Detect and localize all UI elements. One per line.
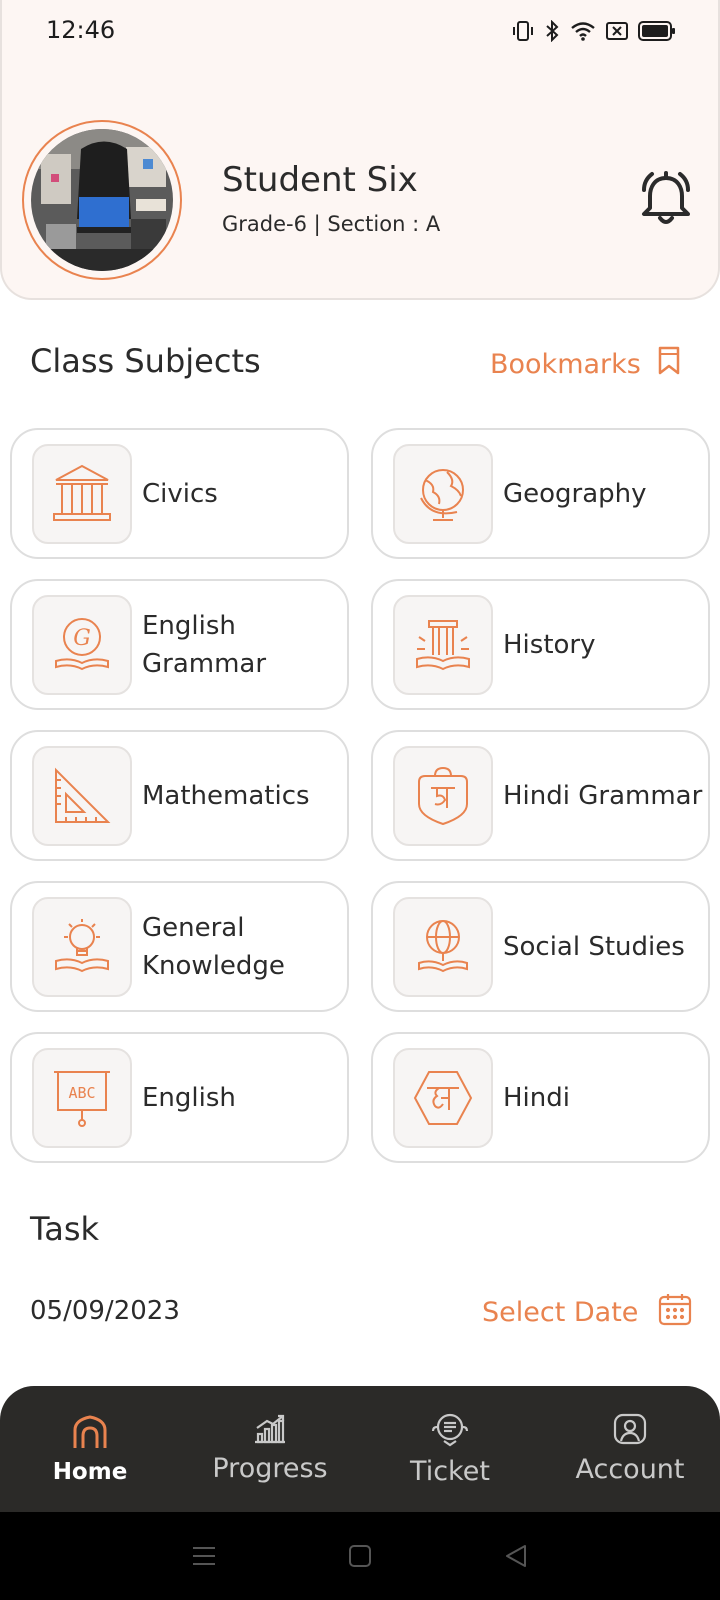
subject-card-english-grammar[interactable]: G English Grammar: [10, 579, 349, 710]
vibrate-icon: [512, 20, 534, 42]
subject-label: Geography: [503, 478, 647, 509]
nav-item-ticket[interactable]: Ticket: [360, 1386, 540, 1512]
select-date-button[interactable]: Select Date: [482, 1292, 692, 1333]
subject-label: English: [142, 1082, 236, 1113]
subject-card-geography[interactable]: Geography: [371, 428, 710, 559]
back-triangle-icon[interactable]: [503, 1543, 529, 1569]
grammar-book-icon: G: [32, 594, 132, 695]
hindi-grammar-badge-icon: [393, 745, 493, 846]
globe-icon: [393, 443, 493, 544]
bookmarks-link[interactable]: Bookmarks: [490, 346, 681, 383]
account-icon: [613, 1413, 647, 1450]
set-square-icon: [32, 745, 132, 846]
svg-text:G: G: [73, 626, 91, 651]
system-nav-bar: [0, 1512, 720, 1600]
pillars-icon: [32, 443, 132, 544]
subject-label: English Grammar: [142, 610, 267, 679]
subject-label: General Knowledge: [142, 912, 285, 981]
column-book-icon: [393, 594, 493, 695]
nav-label-home: Home: [52, 1458, 128, 1485]
select-date-label: Select Date: [482, 1297, 639, 1328]
globe-book-icon: [393, 896, 493, 997]
status-icons: [512, 20, 676, 42]
nav-item-progress[interactable]: Progress: [180, 1386, 360, 1512]
subject-card-history[interactable]: History: [371, 579, 710, 710]
status-bar: 12:46: [0, 0, 720, 64]
progress-chart-icon: [253, 1414, 287, 1449]
nav-label-progress: Progress: [212, 1453, 328, 1484]
class-subjects-title: Class Subjects: [30, 342, 261, 380]
nav-item-account[interactable]: Account: [540, 1386, 720, 1512]
subject-card-civics[interactable]: Civics: [10, 428, 349, 559]
subject-label: Civics: [142, 478, 218, 509]
hindi-hexagon-icon: [393, 1047, 493, 1148]
task-date: 05/09/2023: [30, 1296, 180, 1326]
ticket-chat-icon: [431, 1411, 469, 1452]
svg-text:ABC: ABC: [68, 1084, 95, 1102]
subject-card-english[interactable]: ABC English: [10, 1032, 349, 1163]
bookmarks-label: Bookmarks: [490, 349, 641, 380]
subject-label: Mathematics: [142, 780, 310, 811]
menu-icon[interactable]: [191, 1543, 217, 1569]
notification-bell-icon[interactable]: [638, 170, 694, 233]
student-grade-section: Grade-6 | Section : A: [222, 212, 441, 236]
subjects-grid: Civics Geography G English Grammar Histo…: [10, 428, 710, 1163]
student-name: Student Six: [222, 160, 418, 200]
subject-card-social-studies[interactable]: Social Studies: [371, 881, 710, 1012]
home-square-icon[interactable]: [347, 1543, 373, 1569]
subject-card-general-knowledge[interactable]: General Knowledge: [10, 881, 349, 1012]
home-icon: [71, 1414, 109, 1455]
subject-label: History: [503, 629, 596, 660]
bottom-nav: Home Progress Ticket Account: [0, 1386, 720, 1512]
subject-card-hindi[interactable]: Hindi: [371, 1032, 710, 1163]
abc-board-icon: ABC: [32, 1047, 132, 1148]
status-time: 12:46: [46, 16, 116, 44]
no-sim-icon: [606, 21, 628, 41]
wifi-icon: [570, 20, 596, 42]
avatar-photo: [31, 129, 173, 271]
avatar[interactable]: [22, 120, 182, 280]
calendar-icon: [658, 1292, 692, 1333]
nav-label-account: Account: [575, 1454, 685, 1485]
subject-label: Social Studies: [503, 931, 685, 962]
lightbulb-book-icon: [32, 896, 132, 997]
subject-card-mathematics[interactable]: Mathematics: [10, 730, 349, 861]
bluetooth-icon: [544, 20, 560, 42]
nav-label-ticket: Ticket: [410, 1456, 490, 1487]
subject-label: Hindi: [503, 1082, 570, 1113]
task-title: Task: [30, 1210, 100, 1248]
nav-item-home[interactable]: Home: [0, 1386, 180, 1512]
subject-label: Hindi Grammar: [503, 780, 703, 811]
subject-card-hindi-grammar[interactable]: Hindi Grammar: [371, 730, 710, 861]
battery-icon: [638, 20, 676, 42]
bookmark-icon: [657, 346, 681, 383]
